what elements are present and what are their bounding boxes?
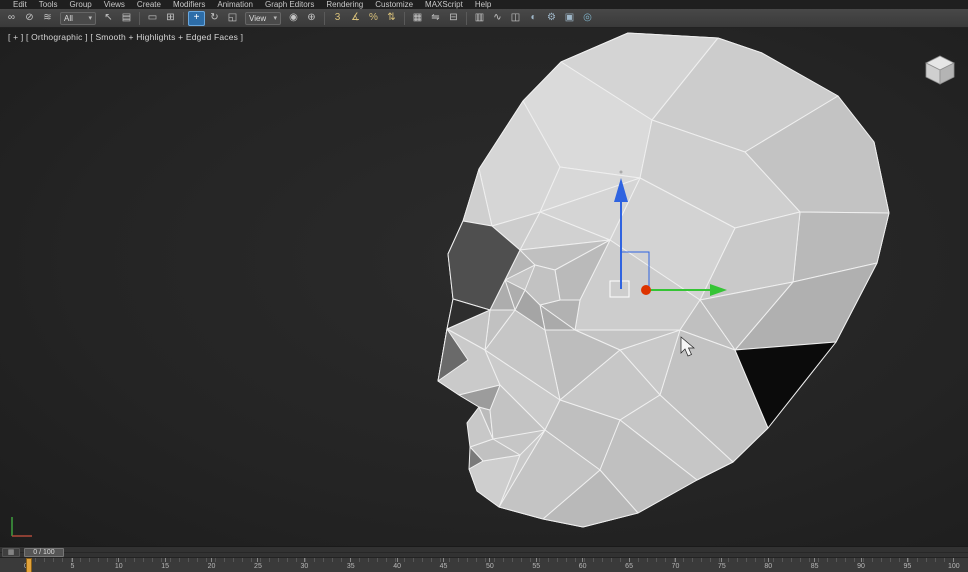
toolbar-separator: [139, 11, 140, 25]
menu-maxscript[interactable]: MAXScript: [420, 0, 468, 9]
menu-bar: Edit Tools Group Views Create Modifiers Animat…: [0, 0, 968, 9]
window-crossing-icon[interactable]: ⊞: [162, 11, 179, 26]
time-slider[interactable]: 0 / 100: [24, 548, 64, 557]
timeline-ticks: 0 5 10 15 20: [24, 558, 960, 572]
select-by-name-icon[interactable]: ▤: [118, 11, 135, 26]
menu-tools[interactable]: Tools: [34, 0, 63, 9]
spinner-snap-toggle-icon[interactable]: ⇅: [383, 11, 400, 26]
selection-filter-value: All: [64, 13, 73, 23]
reference-coordinate-value: View: [249, 13, 267, 23]
timeline-tick-35: 35: [343, 558, 359, 570]
select-and-uniform-scale-icon[interactable]: ◱: [224, 11, 241, 26]
mirror-icon[interactable]: ⇋: [427, 11, 444, 26]
gizmo-center-handle[interactable]: [641, 285, 651, 295]
select-and-move-icon[interactable]: +: [188, 10, 205, 26]
timeline-tick-80: 80: [760, 558, 776, 570]
select-object-icon[interactable]: ↖: [100, 11, 117, 26]
timeline-tick-95: 95: [899, 558, 915, 570]
align-icon[interactable]: ⊟: [445, 11, 462, 26]
timeline-tick-55: 55: [528, 558, 544, 570]
schematic-view-icon[interactable]: ◫: [507, 11, 524, 26]
timeline-tick-60: 60: [575, 558, 591, 570]
timeline-tick-100: 100: [946, 558, 962, 570]
timeline-tick-50: 50: [482, 558, 498, 570]
timeline-tick-10: 10: [111, 558, 127, 570]
material-editor-icon[interactable]: ◐: [525, 11, 542, 26]
timeline-tick-25: 25: [250, 558, 266, 570]
head-model[interactable]: [437, 32, 890, 528]
menu-customize[interactable]: Customize: [370, 0, 418, 9]
snap-toggle-3d-icon[interactable]: 3: [329, 11, 346, 26]
scene-canvas[interactable]: [0, 28, 968, 546]
menu-create[interactable]: Create: [132, 0, 166, 9]
menu-help[interactable]: Help: [470, 0, 496, 9]
toolbar-separator: [466, 11, 467, 25]
curve-editor-icon[interactable]: ∿: [489, 11, 506, 26]
timeline-tick-70: 70: [667, 558, 683, 570]
bind-to-space-warp-icon[interactable]: ≋: [39, 11, 56, 26]
gizmo-z-tip-dot: [619, 170, 623, 174]
edit-named-selection-sets-icon[interactable]: ▦: [409, 11, 426, 26]
mini-curve-editor-button[interactable]: ▦: [2, 548, 20, 557]
menu-edit[interactable]: Edit: [8, 0, 32, 9]
toolbar-group-select: ↖ ▤ ▭ ⊞ + ↻ ◱: [100, 10, 241, 26]
time-slider-marker[interactable]: [26, 558, 32, 572]
manage-layers-icon[interactable]: ▥: [471, 11, 488, 26]
menu-rendering[interactable]: Rendering: [321, 0, 368, 9]
timeline-tick-20: 20: [204, 558, 220, 570]
render-production-icon[interactable]: ◎: [579, 11, 596, 26]
world-axis-tripod: [11, 517, 32, 537]
viewcube[interactable]: [920, 50, 960, 90]
menu-views[interactable]: Views: [99, 0, 130, 9]
toolbar-group-tools: ◉ ⊕ 3 ∡% ⇅ ▦ ⇋ ⊟ ▥ ∿ ◫ ◐ ⚙ ▣ ◎: [285, 11, 596, 26]
menu-group[interactable]: Group: [64, 0, 96, 9]
timeline-tick-40: 40: [389, 558, 405, 570]
timeline-tick-90: 90: [853, 558, 869, 570]
chevron-down-icon: ▾: [88, 15, 92, 22]
chevron-down-icon: ▾: [273, 15, 277, 22]
render-setup-icon[interactable]: ⚙: [543, 11, 560, 26]
select-and-manipulate-icon[interactable]: ⊕: [303, 11, 320, 26]
unlink-selection-icon[interactable]: ⊘: [21, 11, 38, 26]
3dsmax-window: Edit Tools Group Views Create Modifiers Animat…: [0, 0, 968, 572]
menu-modifiers[interactable]: Modifiers: [168, 0, 210, 9]
select-and-link-icon[interactable]: ∞: [3, 11, 20, 26]
track-bar[interactable]: ▦ 0 / 100: [0, 546, 968, 557]
main-toolbar: ∞ ⊘ ≋ All ▾ ↖ ▤ ▭ ⊞ + ↻ ◱ View ▾ ◉ ⊕ 3 ∡% ⇅ ▦ ⇋ ⊟ ▥ ∿ ◫ ◐ ⚙ ▣…: [0, 9, 968, 28]
timeline-tick-65: 65: [621, 558, 637, 570]
timeline-tick-30: 30: [296, 558, 312, 570]
rectangular-selection-region-icon[interactable]: ▭: [144, 11, 161, 26]
toolbar-group-link: ∞ ⊘ ≋: [3, 11, 56, 26]
angle-snap-toggle-icon[interactable]: ∡: [347, 11, 364, 26]
timeline-ruler[interactable]: 0 5 10 15 20: [0, 557, 968, 572]
toolbar-separator: [404, 11, 405, 25]
select-and-rotate-icon[interactable]: ↻: [206, 11, 223, 26]
viewport[interactable]: [ + ] [ Orthographic ] [ Smooth + Highli…: [0, 28, 968, 546]
reference-coordinate-dropdown[interactable]: View ▾: [245, 11, 281, 25]
timeline-tick-5: 5: [64, 558, 80, 570]
viewport-label[interactable]: [ + ] [ Orthographic ] [ Smooth + Highli…: [8, 32, 243, 42]
rendered-frame-window-icon[interactable]: ▣: [561, 11, 578, 26]
menu-animation[interactable]: Animation: [212, 0, 258, 9]
use-pivot-point-center-icon[interactable]: ◉: [285, 11, 302, 26]
percent-snap-toggle-icon[interactable]: %: [365, 11, 382, 26]
timeline-tick-85: 85: [807, 558, 823, 570]
timeline-tick-45: 45: [436, 558, 452, 570]
selection-filter-dropdown[interactable]: All ▾: [60, 11, 96, 25]
menu-graph-editors[interactable]: Graph Editors: [260, 0, 319, 9]
toolbar-separator: [324, 11, 325, 25]
timeline-tick-75: 75: [714, 558, 730, 570]
timeline-tick-15: 15: [157, 558, 173, 570]
toolbar-separator: [183, 11, 184, 25]
